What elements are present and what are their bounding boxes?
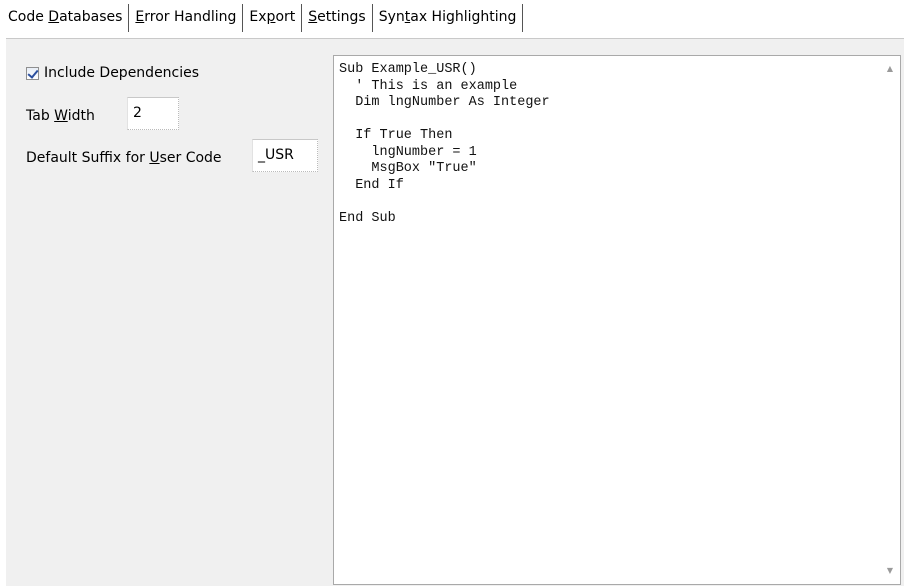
include-dependencies-label: Include Dependencies — [44, 65, 200, 81]
tab-label-post: atabases — [59, 9, 123, 25]
default-suffix-label-pre: Default Suffix for — [26, 150, 150, 166]
tab-label-post: ort — [275, 9, 296, 25]
default-suffix-label: Default Suffix for User Code — [26, 150, 222, 166]
tab-export[interactable]: Export — [243, 4, 303, 32]
tab-width-label-mnemonic: W — [54, 108, 68, 124]
tab-strip: Code Databases Error Handling Export Set… — [6, 4, 524, 34]
code-preview[interactable]: Sub Example_USR() ' This is an example D… — [333, 55, 901, 585]
scroll-up-arrow-icon[interactable]: ▲ — [884, 64, 896, 74]
include-dependencies-row[interactable]: Include Dependencies — [26, 65, 199, 81]
tab-code-databases[interactable]: Code Databases — [6, 4, 130, 32]
tab-label-post: ax Highlighting — [410, 9, 517, 25]
code-preview-scrollbar[interactable]: ▲ ▼ — [880, 56, 900, 584]
tab-width-row: Tab Width — [26, 101, 95, 131]
tab-label-pre: Ex — [249, 9, 267, 25]
tab-label-mnemonic: S — [308, 9, 318, 25]
tab-label-post: ettings — [317, 9, 366, 25]
tab-label-pre: Syn — [378, 9, 405, 25]
tab-error-handling[interactable]: Error Handling — [129, 4, 244, 32]
export-panel: Include Dependencies Tab Width 2 Default… — [6, 38, 904, 586]
include-dependencies-checkbox[interactable] — [26, 66, 39, 80]
tab-settings[interactable]: Settings — [302, 4, 373, 32]
default-suffix-input[interactable]: _USR — [252, 139, 318, 172]
default-suffix-label-post: ser Code — [159, 150, 222, 166]
tab-label-mnemonic: D — [48, 9, 60, 25]
checkmark-icon — [27, 66, 39, 79]
tab-syntax-highlighting[interactable]: Syntax Highlighting — [373, 4, 524, 32]
tab-width-input[interactable]: 2 — [127, 97, 179, 130]
tab-label-pre: Code — [8, 9, 49, 25]
tab-label-post: rror Handling — [144, 9, 237, 25]
tab-label-mnemonic: E — [135, 9, 145, 25]
default-suffix-row: Default Suffix for User Code — [26, 143, 222, 173]
tab-width-label: Tab Width — [26, 108, 95, 124]
tab-width-label-pre: Tab — [26, 108, 55, 124]
code-preview-text: Sub Example_USR() ' This is an example D… — [339, 62, 550, 226]
default-suffix-label-mnemonic: U — [149, 150, 160, 166]
scroll-down-arrow-icon[interactable]: ▼ — [884, 566, 896, 576]
tab-width-label-post: idth — [67, 108, 95, 124]
